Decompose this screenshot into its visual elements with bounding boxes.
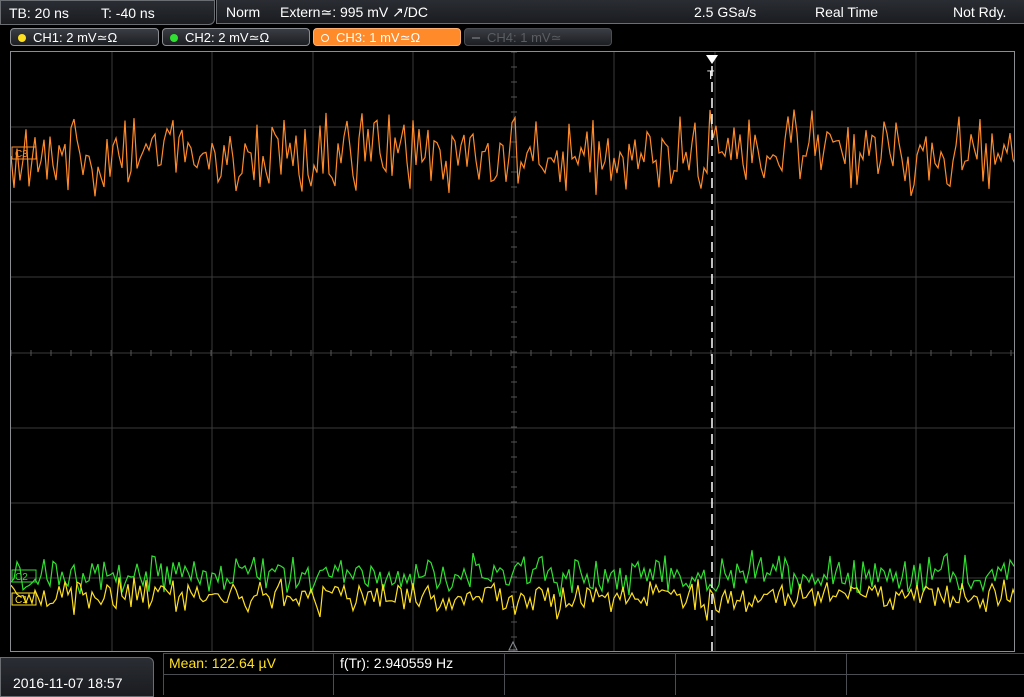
measurement-col-divider (504, 653, 505, 695)
ch2-marker-label: C2 (15, 572, 28, 583)
datetime-box: 2016-11-07 18:57 (0, 657, 154, 697)
acquisition-mode[interactable]: Real Time (815, 4, 878, 20)
ch4-off-icon (472, 37, 480, 39)
channel-tab-ch4[interactable]: CH4: 1 mV≃ (464, 28, 612, 46)
ch1-color-dot-icon (18, 34, 26, 42)
channel-tab-ch3-label: CH3: 1 mV≃Ω (336, 30, 421, 45)
acquisition-state: Not Rdy. (953, 4, 1007, 20)
measurement-border-top (163, 653, 1024, 654)
top-bar: TB: 20 ns T: -40 ns Norm Extern≃: 995 mV… (0, 0, 1024, 25)
trigger-time-label[interactable]: T: -40 ns (101, 5, 155, 21)
ch2-color-dot-icon (170, 34, 178, 42)
channel-tab-ch1-label: CH1: 2 mV≃Ω (33, 30, 118, 45)
trigger-marker-label: T (707, 68, 715, 82)
trigger-source[interactable]: Extern≃: 995 mV ↗/DC (280, 4, 428, 21)
channel-tab-ch2-label: CH2: 2 mV≃Ω (185, 30, 270, 45)
measurement-frequency[interactable]: f(Tr): 2.940559 Hz (340, 655, 453, 671)
ch2-waveform (11, 550, 1014, 597)
timebase-box[interactable]: TB: 20 ns T: -40 ns (0, 0, 215, 25)
ch1-marker-label: C1 (15, 595, 28, 606)
timebase-label[interactable]: TB: 20 ns (9, 5, 69, 21)
measurement-col-divider (163, 653, 164, 695)
channel-tab-ch1[interactable]: CH1: 2 mV≃Ω (10, 28, 159, 46)
trigger-mode[interactable]: Norm (226, 4, 260, 20)
measurement-divider (163, 674, 1024, 675)
sample-rate[interactable]: 2.5 GSa/s (694, 4, 756, 20)
channel-tab-ch2[interactable]: CH2: 2 mV≃Ω (162, 28, 310, 46)
waveform-display[interactable]: T C3 C2 C1 (10, 51, 1015, 652)
channel-tab-ch3[interactable]: CH3: 1 mV≃Ω (313, 28, 461, 46)
datetime-label: 2016-11-07 18:57 (13, 675, 123, 691)
waveform-graticule: T C3 C2 C1 (11, 52, 1014, 651)
ch3-waveform (11, 109, 1014, 197)
center-arrow-icon (508, 640, 518, 651)
measurement-col-divider (675, 653, 676, 695)
channel-tab-ch4-label: CH4: 1 mV≃ (487, 30, 562, 45)
status-bar: Norm Extern≃: 995 mV ↗/DC 2.5 GSa/s Real… (216, 0, 1024, 24)
measurement-panel[interactable]: Mean: 122.64 µV f(Tr): 2.940559 Hz (163, 653, 1024, 695)
measurement-mean[interactable]: Mean: 122.64 µV (169, 655, 276, 671)
channel-tab-row: CH1: 2 mV≃Ω CH2: 2 mV≃Ω CH3: 1 mV≃Ω CH4:… (0, 25, 1024, 49)
measurement-col-divider (846, 653, 847, 695)
ch3-marker-label: C3 (15, 149, 28, 160)
trigger-arrow-icon[interactable] (706, 55, 718, 64)
ch1-waveform (11, 577, 1014, 621)
measurement-col-divider (333, 653, 334, 695)
ch2-offset-marker[interactable]: C2 (11, 569, 37, 583)
ch3-color-dot-icon (321, 34, 329, 42)
